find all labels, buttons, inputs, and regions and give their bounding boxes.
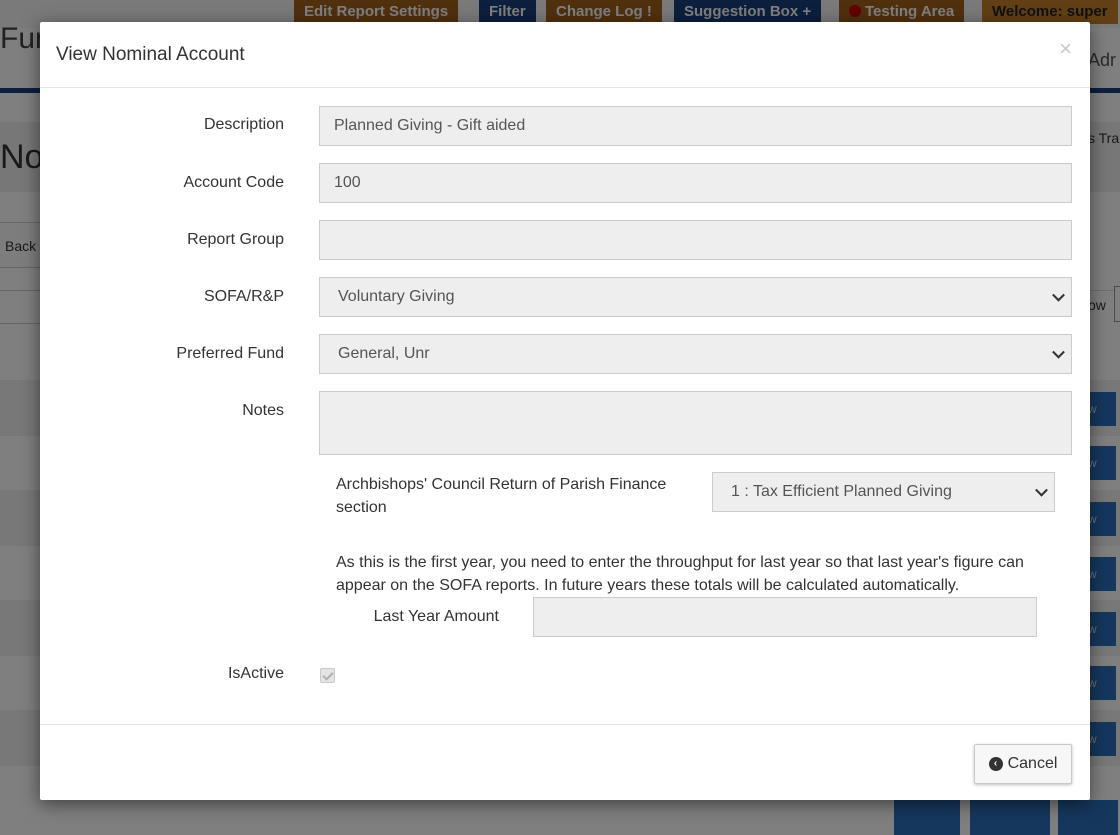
sofa-rp-select[interactable]: Voluntary Giving	[319, 277, 1072, 317]
close-icon[interactable]: ×	[1059, 38, 1072, 60]
chevron-down-icon	[1052, 288, 1065, 302]
modal-footer: ‹ Cancel	[40, 724, 1090, 800]
sofa-rp-value: Voluntary Giving	[338, 288, 455, 305]
is-active-checkbox[interactable]	[320, 668, 335, 683]
modal-header: View Nominal Account ×	[40, 22, 1090, 88]
account-code-label: Account Code	[183, 174, 284, 191]
last-year-amount-field[interactable]	[533, 597, 1037, 637]
archbishops-council-select[interactable]: 1 : Tax Efficient Planned Giving	[712, 472, 1055, 512]
first-year-notice: As this is the first year, you need to e…	[336, 554, 1024, 594]
archbishops-council-value: 1 : Tax Efficient Planned Giving	[731, 483, 952, 500]
is-active-label: IsActive	[227, 665, 284, 682]
sofa-rp-label: SOFA/R&P	[203, 288, 284, 305]
notes-field[interactable]	[319, 391, 1072, 455]
description-label: Description	[203, 116, 284, 133]
cancel-button[interactable]: ‹ Cancel	[974, 744, 1072, 784]
report-group-field[interactable]	[319, 220, 1072, 260]
preferred-fund-value: General, Unr	[338, 345, 430, 362]
chevron-down-icon	[1035, 483, 1048, 497]
chevron-down-icon	[1052, 345, 1065, 359]
last-year-amount-label: Last Year Amount	[373, 608, 499, 625]
account-code-field[interactable]: 100	[319, 163, 1072, 203]
notes-label: Notes	[242, 402, 284, 419]
modal-title: View Nominal Account	[56, 44, 245, 65]
cancel-button-label: Cancel	[1007, 755, 1058, 772]
view-nominal-account-modal: View Nominal Account × Description Plann…	[40, 22, 1090, 800]
back-circle-icon: ‹	[988, 757, 1003, 771]
preferred-fund-select[interactable]: General, Unr	[319, 334, 1072, 374]
archbishops-council-label: Archbishops' Council Return of Parish Fi…	[336, 476, 667, 516]
report-group-label: Report Group	[187, 231, 284, 248]
description-field[interactable]: Planned Giving - Gift aided	[319, 106, 1072, 146]
preferred-fund-label: Preferred Fund	[176, 345, 284, 362]
